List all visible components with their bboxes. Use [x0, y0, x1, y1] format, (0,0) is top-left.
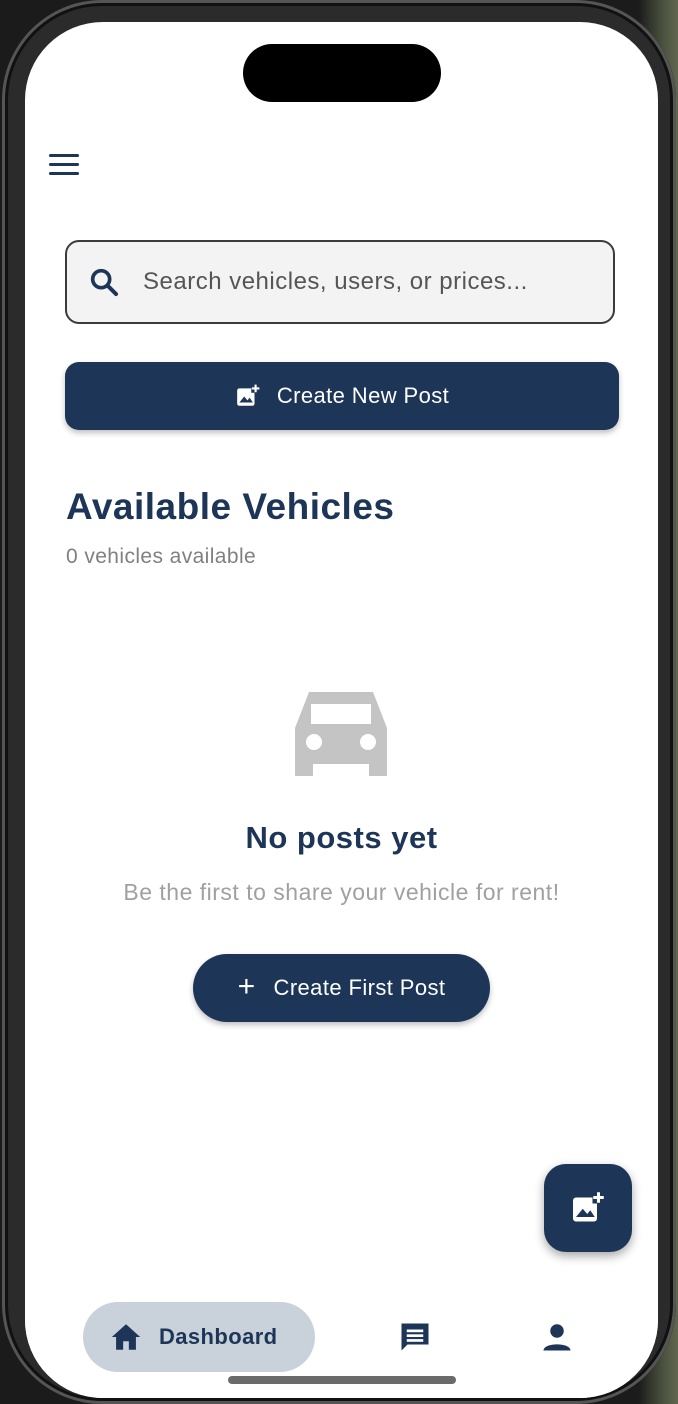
nav-item-label: Dashboard: [159, 1324, 278, 1349]
search-bar[interactable]: [65, 240, 615, 324]
page-title: Available Vehicles: [66, 486, 395, 527]
create-new-post-button[interactable]: Create New Post: [65, 362, 619, 430]
nav-item-dashboard[interactable]: Dashboard: [83, 1302, 315, 1372]
chat-icon[interactable]: [397, 1319, 433, 1355]
floating-add-post-button[interactable]: [544, 1164, 632, 1252]
search-icon: [90, 268, 119, 297]
empty-state-message: Be the first to share your vehicle for r…: [123, 879, 560, 905]
hamburger-menu-icon[interactable]: [49, 148, 89, 180]
vehicle-count: 0 vehicles available: [66, 545, 257, 568]
create-first-post-label: Create First Post: [273, 975, 446, 1000]
empty-state-title: No posts yet: [245, 820, 438, 855]
dynamic-island: [243, 44, 441, 102]
search-input[interactable]: [141, 267, 613, 297]
add-photo-icon: [573, 1191, 605, 1222]
home-indicator[interactable]: [228, 1376, 456, 1384]
create-new-post-label: Create New Post: [276, 383, 450, 408]
person-icon[interactable]: [539, 1319, 575, 1355]
app-screen: Create New Post Available Vehicles 0 veh…: [25, 22, 658, 1398]
create-first-post-button[interactable]: + Create First Post: [193, 954, 490, 1022]
home-icon: [111, 1324, 141, 1350]
car-icon: [295, 692, 387, 776]
plus-icon: +: [237, 969, 256, 1003]
add-photo-icon: [237, 384, 260, 406]
